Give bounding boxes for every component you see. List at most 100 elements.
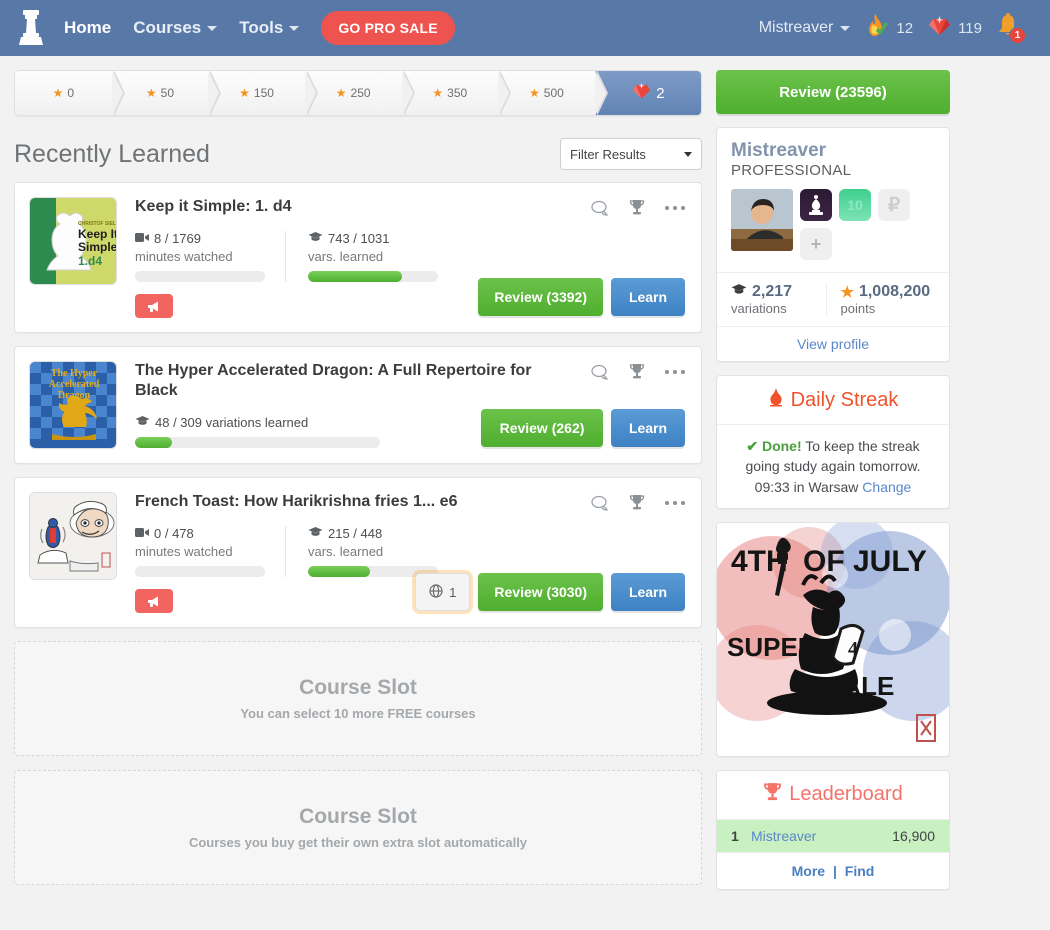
sidebar-review-all-button[interactable]: Review (23596) [716,70,950,114]
profile-badges: 10 ₽ + [731,189,935,260]
flame-icon [768,387,784,413]
course-slot-empty[interactable]: Course Slot You can select 10 more FREE … [14,641,702,756]
progress-step-150[interactable]: ★ 150 [208,71,318,115]
course-card[interactable]: The Hyper Accelerated Dragon The Hyper A… [14,346,702,464]
streak-time: 09:33 in Warsaw [754,478,859,495]
learn-button[interactable]: Learn [611,278,685,316]
streak-count: 12 [896,19,914,37]
more-options-icon[interactable] [665,369,685,374]
more-options-icon[interactable] [665,205,685,210]
filter-results-select[interactable]: Filter Results [560,138,702,170]
leaderboard-name[interactable]: Mistreaver [751,828,816,844]
user-menu[interactable]: Mistreaver [759,19,851,37]
gem-counter[interactable]: 119 [927,14,982,42]
streak-change-link[interactable]: Change [862,479,911,495]
add-badge-icon[interactable]: + [800,228,832,260]
globe-icon [429,583,443,601]
course-card[interactable]: CHRISTOF SIELECKI Keep It Simple 1.d4 Ke… [14,182,702,333]
progress-step-label: 50 [160,86,174,100]
metric-value-row: 743 / 1031 [308,231,425,246]
chess-bishop-badge-icon[interactable] [800,189,832,221]
metric-vars-learned: 215 / 448 vars. learned [285,526,438,577]
svg-text:Simple: Simple [78,240,117,254]
star-icon: ★ [239,86,250,100]
progress-current-value: 2 [656,84,665,102]
leaderboard-row[interactable]: 1 Mistreaver 16,900 [717,818,949,853]
progress-step-50[interactable]: ★ 50 [111,71,221,115]
ruby-gem-icon [927,14,952,42]
nav-link-courses[interactable]: Courses [133,18,218,38]
star-icon: ★ [529,86,540,100]
progress-step-current[interactable]: 2 [594,71,701,115]
progress-step-0[interactable]: ★ 0 [15,71,125,115]
progress-bar-minutes [135,566,265,577]
nav-label-tools: Tools [239,18,284,37]
chess-rook-icon[interactable] [14,8,48,48]
review-button[interactable]: Review (3392) [478,278,603,316]
notifications-button[interactable]: 1 [996,13,1026,44]
course-card[interactable]: French Toast: How Harikrishna fries 1...… [14,477,702,628]
progress-step-350[interactable]: ★ 350 [401,71,511,115]
learn-button[interactable]: Learn [611,409,685,447]
learn-button[interactable]: Learn [611,573,685,611]
svg-text:Dragon: Dragon [58,390,91,401]
globe-count-button[interactable]: 1 [415,573,471,611]
leaderboard-panel: Leaderboard 1 Mistreaver 16,900 More | F… [716,769,950,890]
course-thumbnail-hyper-accelerated-dragon[interactable]: The Hyper Accelerated Dragon [29,361,117,449]
progress-step-label: 500 [543,86,564,100]
progress-bar-fill [308,566,371,577]
promo-banner-4th-of-july[interactable]: 4TH OF JULY SUPER SALE 4 [716,521,950,757]
comment-bubble-icon[interactable] [591,200,609,216]
avatar[interactable] [731,189,793,251]
nav-link-home[interactable]: Home [64,18,111,38]
level-10-badge-icon[interactable]: 10 [839,189,871,221]
more-options-icon[interactable] [665,500,685,505]
profile-name[interactable]: Mistreaver [731,140,935,162]
metric-variations-learned: 48 / 309 variations learned [135,415,380,448]
svg-text:The Hyper: The Hyper [51,368,98,379]
profile-role: PROFESSIONAL [731,162,852,179]
graduation-cap-icon [308,526,323,541]
ruble-badge-icon[interactable]: ₽ [878,189,910,221]
main-column: ★ 0 ★ 50 ★ 150 ★ 250 ★ 350 ★ 500 2 Recen… [14,70,702,903]
daily-streak-panel: Daily Streak ✔ Done! To keep the streak … [716,375,950,509]
leaderboard-more-link[interactable]: More [792,863,825,879]
course-thumbnail-french-toast[interactable] [29,492,117,580]
progress-step-500[interactable]: ★ 500 [498,71,608,115]
metric-label: vars. learned [308,249,384,264]
svg-text:Keep It: Keep It [78,227,117,241]
course-card-icons [591,363,685,380]
profile-panel: Mistreaver PROFESSIONAL 10 ₽ + 2,217 var… [716,127,950,362]
star-icon: ★ [840,284,854,301]
course-slot-title: Course Slot [299,676,417,699]
comment-bubble-icon[interactable] [591,364,609,380]
leaderboard-find-link[interactable]: Find [845,863,875,879]
profile-stat-value: 1,008,200 [858,283,931,300]
announcement-megaphone-button[interactable] [135,589,173,613]
progress-bar-variations [135,437,380,448]
progress-step-250[interactable]: ★ 250 [304,71,415,115]
review-button[interactable]: Review (262) [481,409,603,447]
trophy-icon[interactable] [629,363,645,380]
chevron-down-icon [207,25,218,31]
course-card-actions: 1 Review (3030) Learn [415,573,685,611]
comment-bubble-icon[interactable] [591,495,609,511]
view-profile-link[interactable]: View profile [717,326,949,361]
trophy-icon[interactable] [629,199,645,216]
profile-stat-value-row: ★ 1,008,200 [841,283,936,301]
trophy-icon[interactable] [629,494,645,511]
course-slot-empty[interactable]: Course Slot Courses you buy get their ow… [14,770,702,885]
go-pro-sale-button[interactable]: GO PRO SALE [321,11,455,45]
badge-row-2: + [800,228,910,260]
metric-value-row: 8 / 1769 [135,231,275,246]
section-header: Recently Learned Filter Results [14,138,702,170]
streak-counter[interactable]: 12 [864,13,913,43]
svg-text:Accelerated: Accelerated [49,379,100,390]
review-button[interactable]: Review (3030) [478,573,603,611]
add-badge-text: + [810,233,822,254]
announcement-megaphone-button[interactable] [135,294,173,318]
course-thumbnail-keep-it-simple[interactable]: CHRISTOF SIELECKI Keep It Simple 1.d4 [29,197,117,285]
nav-link-tools[interactable]: Tools [239,18,300,38]
daily-streak-body: ✔ Done! To keep the streak going study a… [717,424,949,508]
course-card-actions: Review (3392) Learn [478,278,685,316]
